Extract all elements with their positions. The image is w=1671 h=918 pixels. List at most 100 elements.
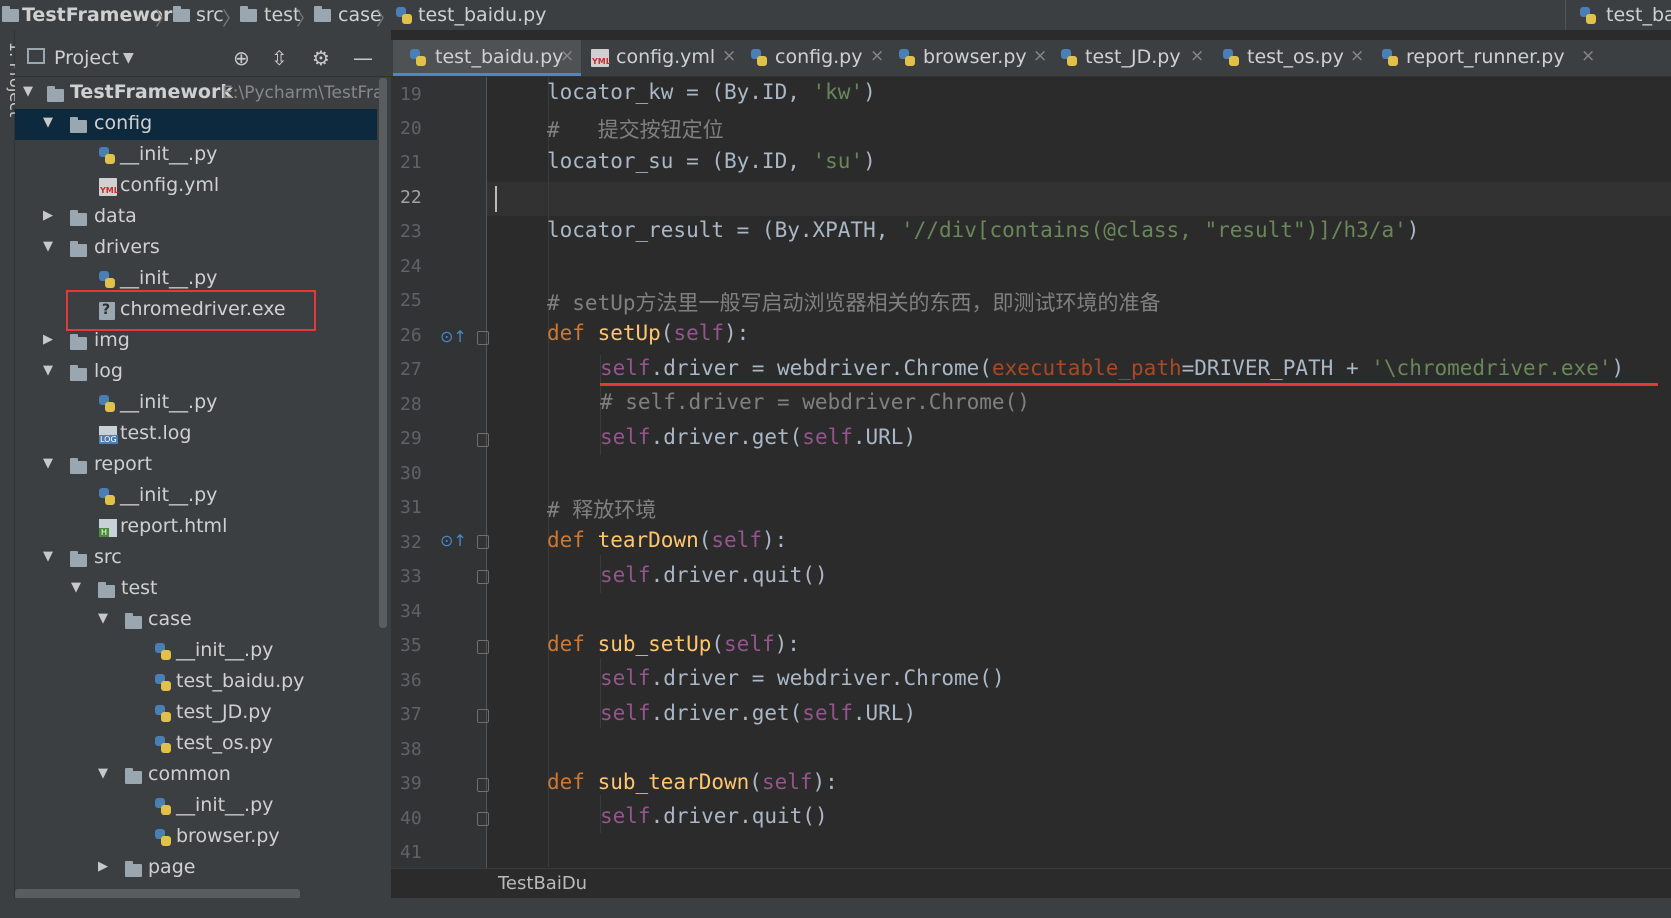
code-line[interactable]: self.driver.quit() (600, 804, 828, 828)
tree-item-file[interactable]: __init__.py (15, 791, 377, 822)
tab-label: test_JD.py (1085, 46, 1181, 68)
tab-test-baidu[interactable]: test_baidu.py × (393, 40, 581, 76)
comment-line[interactable]: # 提交按钮定位 (547, 114, 724, 144)
tree-item-file[interactable]: __init__.py (15, 140, 377, 171)
code-line[interactable]: locator_result = (By.XPATH, '//div[conta… (547, 218, 1419, 242)
expand-arrow-icon[interactable]: ▼ (43, 239, 53, 254)
expand-arrow-icon[interactable]: ▼ (71, 580, 81, 595)
tree-item-folder[interactable]: ▼ drivers (15, 233, 377, 264)
tab-report-runner[interactable]: report_runner.py × (1376, 40, 1595, 76)
tab-config-yml[interactable]: YML config.yml × (587, 40, 737, 76)
tree-item-file[interactable]: test_baidu.py (15, 667, 377, 698)
tree-item-file[interactable]: YML config.yml (15, 171, 377, 202)
collapse-arrow-icon[interactable]: ▶ (98, 859, 108, 874)
tree-vertical-scrollbar[interactable] (379, 78, 387, 628)
close-icon[interactable]: × (1190, 46, 1204, 66)
tree-item-folder[interactable]: ▼ log (15, 357, 377, 388)
tree-root[interactable]: ▼ TestFramework E:\Pycharm\TestFra (15, 78, 383, 109)
tree-item-folder[interactable]: ▼ test (15, 574, 377, 605)
tree-item-folder[interactable]: ▼ case (15, 605, 377, 636)
expand-arrow-icon[interactable]: ▼ (43, 363, 53, 378)
expand-arrow-icon[interactable]: ▼ (43, 115, 53, 130)
string-literal: '\chromedriver.exe' (1371, 356, 1612, 380)
tree-item-file[interactable]: test_os.py (15, 729, 377, 760)
fold-marker-icon[interactable] (477, 709, 489, 723)
breadcrumb-src[interactable]: src (196, 4, 224, 26)
override-marker-icon[interactable]: ⊙↑ (440, 531, 467, 550)
tree-item-folder[interactable]: ▶ img (15, 326, 377, 357)
expand-arrow-icon[interactable]: ▼ (43, 456, 53, 471)
close-icon[interactable]: × (560, 46, 574, 66)
expand-arrow-icon[interactable]: ▼ (98, 766, 108, 781)
code-line[interactable]: def sub_setUp(self): (547, 632, 800, 656)
tab-test-os[interactable]: test_os.py × (1217, 40, 1367, 76)
current-line-highlight (487, 182, 1671, 216)
function-name: tearDown (597, 528, 699, 552)
minimize-icon[interactable]: — (353, 46, 373, 70)
code-line[interactable]: locator_su = (By.ID, 'su') (547, 149, 876, 173)
string-literal: '//div[contains(@class, "result")]/h3/a' (901, 218, 1407, 242)
code-line[interactable]: def sub_tearDown(self): (547, 770, 838, 794)
expand-arrow-icon[interactable]: ▼ (23, 84, 33, 99)
comment-line[interactable]: # 释放环境 (547, 494, 656, 524)
close-icon[interactable]: × (722, 46, 736, 66)
fold-marker-icon[interactable] (477, 778, 489, 792)
expand-arrow-icon[interactable]: ▼ (43, 549, 53, 564)
tree-item-label: report (94, 453, 153, 475)
tree-item-file[interactable]: __init__.py (15, 388, 377, 419)
tree-item-folder[interactable]: ▶ data (15, 202, 377, 233)
code-line[interactable]: locator_kw = (By.ID, 'kw') (547, 80, 876, 104)
fold-marker-icon[interactable] (477, 812, 489, 826)
project-view-selector[interactable]: Project (54, 47, 119, 69)
run-config-selector[interactable]: test_bai (1565, 0, 1671, 30)
tree-item-file[interactable]: browser.py (15, 822, 377, 853)
config-folder-icon (70, 117, 87, 133)
code-line[interactable]: def setUp(self): (547, 321, 749, 345)
python-file-icon (410, 49, 426, 66)
code-line[interactable]: self.driver = webdriver.Chrome() (600, 666, 1005, 690)
tree-item-folder[interactable]: ▶ page (15, 853, 377, 884)
gear-icon[interactable]: ⚙ (312, 46, 330, 70)
close-icon[interactable]: × (1350, 46, 1364, 66)
fold-marker-icon[interactable] (477, 331, 489, 345)
code-text: ( (749, 770, 762, 794)
python-file-icon (155, 705, 171, 722)
close-icon[interactable]: × (870, 46, 884, 66)
override-marker-icon[interactable]: ⊙↑ (440, 327, 467, 346)
breadcrumb-separator: 〉 (222, 8, 242, 30)
tree-item-file[interactable]: H report.html (15, 512, 377, 543)
close-icon[interactable]: × (1033, 46, 1047, 66)
collapse-arrow-icon[interactable]: ▶ (43, 332, 53, 347)
locate-icon[interactable]: ⊕ (233, 46, 250, 70)
tree-item-folder[interactable]: ▼ common (15, 760, 377, 791)
tab-label: test_baidu.py (435, 46, 564, 68)
collapse-all-icon[interactable]: ⇳ (271, 46, 288, 70)
tree-item-file[interactable]: __init__.py (15, 636, 377, 667)
class-breadcrumb[interactable]: TestBaiDu (498, 873, 587, 894)
code-line[interactable]: def tearDown(self): (547, 528, 787, 552)
fold-marker-icon[interactable] (477, 570, 489, 584)
chevron-down-icon[interactable]: ▼ (123, 50, 134, 66)
tab-test-jd[interactable]: test_JD.py × (1055, 40, 1205, 76)
breadcrumb-file[interactable]: test_baidu.py (418, 4, 546, 26)
tab-browser[interactable]: browser.py × (893, 40, 1048, 76)
tab-config-py[interactable]: config.py × (745, 40, 885, 76)
fold-marker-icon[interactable] (477, 640, 489, 654)
comment-line[interactable]: # setUp方法里一般写启动浏览器相关的东西，即测试环境的准备 (547, 287, 1161, 317)
code-line[interactable]: self.driver = webdriver.Chrome(executabl… (600, 356, 1624, 380)
code-line[interactable]: self.driver.get(self.URL) (600, 425, 916, 449)
collapse-arrow-icon[interactable]: ▶ (43, 208, 53, 223)
tree-item-file[interactable]: LOG test.log (15, 419, 377, 450)
expand-arrow-icon[interactable]: ▼ (98, 611, 108, 626)
fold-marker-icon[interactable] (477, 433, 489, 447)
tree-item-config[interactable]: ▼ config (15, 109, 377, 140)
fold-marker-icon[interactable] (477, 535, 489, 549)
comment-line[interactable]: # self.driver = webdriver.Chrome() (600, 390, 1030, 414)
tree-item-file[interactable]: __init__.py (15, 481, 377, 512)
close-icon[interactable]: × (1581, 46, 1595, 66)
tree-item-folder[interactable]: ▼ src (15, 543, 377, 574)
tree-item-file[interactable]: test_JD.py (15, 698, 377, 729)
code-line[interactable]: self.driver.get(self.URL) (600, 701, 916, 725)
tree-item-folder[interactable]: ▼ report (15, 450, 377, 481)
code-line[interactable]: self.driver.quit() (600, 563, 828, 587)
